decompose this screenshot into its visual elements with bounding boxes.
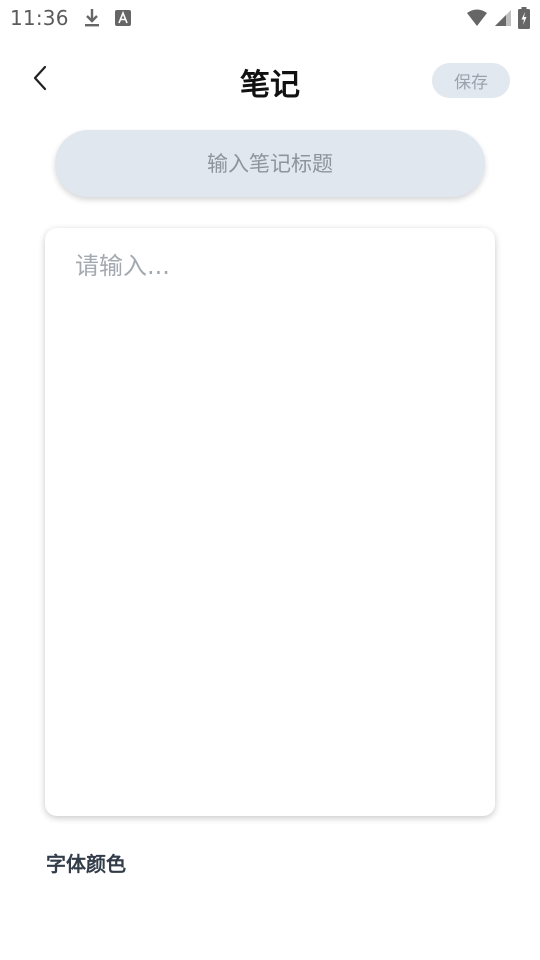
- status-time: 11:36: [10, 6, 69, 30]
- note-title-field: [55, 130, 485, 197]
- download-icon: [83, 8, 101, 28]
- wifi-icon: [466, 9, 488, 27]
- note-editor-screen: 11:36 笔记 保存 输入笔记标题 请输入... 字体颜色: [0, 0, 540, 960]
- save-button[interactable]: 保存: [432, 63, 510, 98]
- status-right: [466, 7, 530, 29]
- note-content-input[interactable]: [75, 246, 465, 798]
- font-color-label: 字体颜色: [46, 852, 126, 876]
- status-bar: 11:36: [0, 0, 540, 36]
- font-a-icon: [114, 10, 131, 26]
- note-title-input[interactable]: [55, 130, 485, 197]
- note-content-card: [45, 228, 495, 816]
- status-left: 11:36: [10, 6, 131, 30]
- battery-charging-icon: [518, 7, 530, 29]
- signal-icon: [494, 9, 512, 27]
- app-header: 笔记 保存: [0, 50, 540, 110]
